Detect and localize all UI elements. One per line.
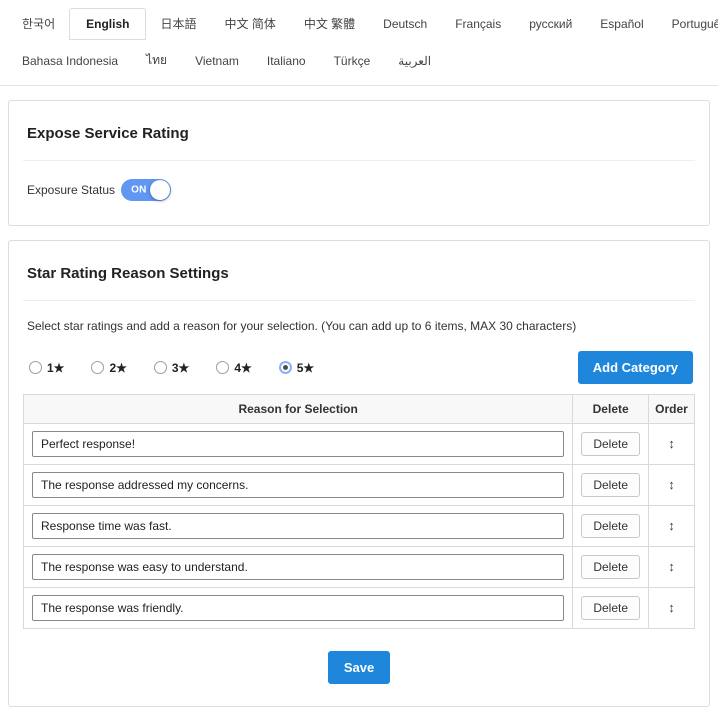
reason-table-row: Delete ↕ — [24, 465, 695, 506]
language-tab-vietnam[interactable]: Vietnam — [181, 45, 253, 77]
column-header-reason: Reason for Selection — [24, 395, 573, 424]
order-drag-handle-icon[interactable]: ↕ — [668, 559, 675, 574]
reason-cell — [24, 547, 573, 588]
save-row: Save — [23, 651, 695, 684]
language-tab-row-1: 한국어English日本語中文 简体中文 繁體DeutschFrançaisру… — [8, 6, 710, 41]
radio-icon — [91, 361, 104, 374]
language-tab-中文-繁體[interactable]: 中文 繁體 — [290, 6, 369, 41]
order-drag-handle-icon[interactable]: ↕ — [668, 477, 675, 492]
radio-icon — [279, 361, 292, 374]
language-tab-deutsch[interactable]: Deutsch — [369, 8, 441, 40]
language-tab-русский[interactable]: русский — [515, 8, 586, 40]
reason-table-row: Delete ↕ — [24, 547, 695, 588]
delete-cell: Delete — [573, 547, 649, 588]
reason-table-row: Delete ↕ — [24, 424, 695, 465]
star-rating-label: 1★ — [47, 361, 64, 375]
reason-table: Reason for Selection Delete Order Delete… — [23, 394, 695, 629]
language-tab-italiano[interactable]: Italiano — [253, 45, 320, 77]
delete-button[interactable]: Delete — [581, 514, 640, 538]
exposure-status-toggle[interactable]: ON — [121, 179, 171, 201]
reason-card-title: Star Rating Reason Settings — [23, 255, 695, 286]
star-rating-label: 3★ — [172, 361, 189, 375]
toggle-on-label: ON — [131, 185, 147, 196]
language-tab-english[interactable]: English — [69, 8, 146, 40]
delete-button[interactable]: Delete — [581, 596, 640, 620]
radio-icon — [154, 361, 167, 374]
star-rating-label: 5★ — [297, 361, 314, 375]
column-header-order: Order — [649, 395, 695, 424]
star-rating-label: 2★ — [109, 361, 126, 375]
order-drag-handle-icon[interactable]: ↕ — [668, 600, 675, 615]
delete-cell: Delete — [573, 465, 649, 506]
exposure-status-row: Exposure Status ON — [23, 177, 695, 209]
language-tab-中文-简体[interactable]: 中文 简体 — [210, 6, 289, 41]
delete-button[interactable]: Delete — [581, 555, 640, 579]
expose-service-rating-card: Expose Service Rating Exposure Status ON — [8, 100, 710, 226]
star-rating-radio-group: 1★ 2★ 3★ 4★ 5★ — [25, 361, 314, 375]
save-button[interactable]: Save — [328, 651, 390, 684]
order-drag-handle-icon[interactable]: ↕ — [668, 518, 675, 533]
language-tab-ไทย[interactable]: ไทย — [132, 42, 181, 79]
divider — [23, 300, 695, 301]
exposure-status-label: Exposure Status — [27, 183, 115, 197]
star-rating-radio[interactable]: 5★ — [279, 361, 314, 375]
star-rating-radio[interactable]: 1★ — [29, 361, 64, 375]
language-tab-日本語[interactable]: 日本語 — [146, 6, 210, 41]
reason-table-row: Delete ↕ — [24, 506, 695, 547]
delete-cell: Delete — [573, 506, 649, 547]
language-tab-français[interactable]: Français — [441, 8, 515, 40]
star-rating-radio[interactable]: 2★ — [91, 361, 126, 375]
order-cell: ↕ — [649, 506, 695, 547]
star-rating-radio[interactable]: 4★ — [216, 361, 251, 375]
delete-button[interactable]: Delete — [581, 432, 640, 456]
delete-cell: Delete — [573, 588, 649, 629]
reason-input[interactable] — [32, 472, 564, 498]
toggle-knob — [150, 180, 170, 200]
language-tab-row-2: Bahasa IndonesiaไทยVietnamItalianoTürkçe… — [8, 42, 710, 85]
reason-cell — [24, 465, 573, 506]
reason-input[interactable] — [32, 431, 564, 457]
reason-table-row: Delete ↕ — [24, 588, 695, 629]
reason-input[interactable] — [32, 554, 564, 580]
reason-cell — [24, 588, 573, 629]
reason-cell — [24, 424, 573, 465]
reason-input[interactable] — [32, 513, 564, 539]
language-tab-türkçe[interactable]: Türkçe — [320, 45, 385, 77]
reason-table-header-row: Reason for Selection Delete Order — [24, 395, 695, 424]
order-cell: ↕ — [649, 588, 695, 629]
order-cell: ↕ — [649, 424, 695, 465]
language-tabs: 한국어English日本語中文 简体中文 繁體DeutschFrançaisру… — [0, 0, 718, 86]
star-rating-label: 4★ — [234, 361, 251, 375]
star-rating-reason-card: Star Rating Reason Settings Select star … — [8, 240, 710, 707]
order-cell: ↕ — [649, 547, 695, 588]
radio-icon — [29, 361, 42, 374]
star-rating-radio[interactable]: 3★ — [154, 361, 189, 375]
column-header-delete: Delete — [573, 395, 649, 424]
language-tab-português[interactable]: Português — [658, 8, 718, 40]
order-cell: ↕ — [649, 465, 695, 506]
delete-cell: Delete — [573, 424, 649, 465]
rating-controls-row: 1★ 2★ 3★ 4★ 5★ Add Category — [23, 351, 695, 384]
expose-card-title: Expose Service Rating — [23, 115, 695, 146]
delete-button[interactable]: Delete — [581, 473, 640, 497]
language-tab-bahasa-indonesia[interactable]: Bahasa Indonesia — [8, 45, 132, 77]
language-tab-العربية[interactable]: العربية — [384, 45, 445, 77]
language-tab-한국어[interactable]: 한국어 — [8, 6, 69, 41]
add-category-button[interactable]: Add Category — [578, 351, 693, 384]
reason-input[interactable] — [32, 595, 564, 621]
divider — [23, 160, 695, 161]
reason-cell — [24, 506, 573, 547]
reason-card-description: Select star ratings and add a reason for… — [23, 317, 695, 333]
radio-icon — [216, 361, 229, 374]
order-drag-handle-icon[interactable]: ↕ — [668, 436, 675, 451]
language-tab-español[interactable]: Español — [586, 8, 657, 40]
